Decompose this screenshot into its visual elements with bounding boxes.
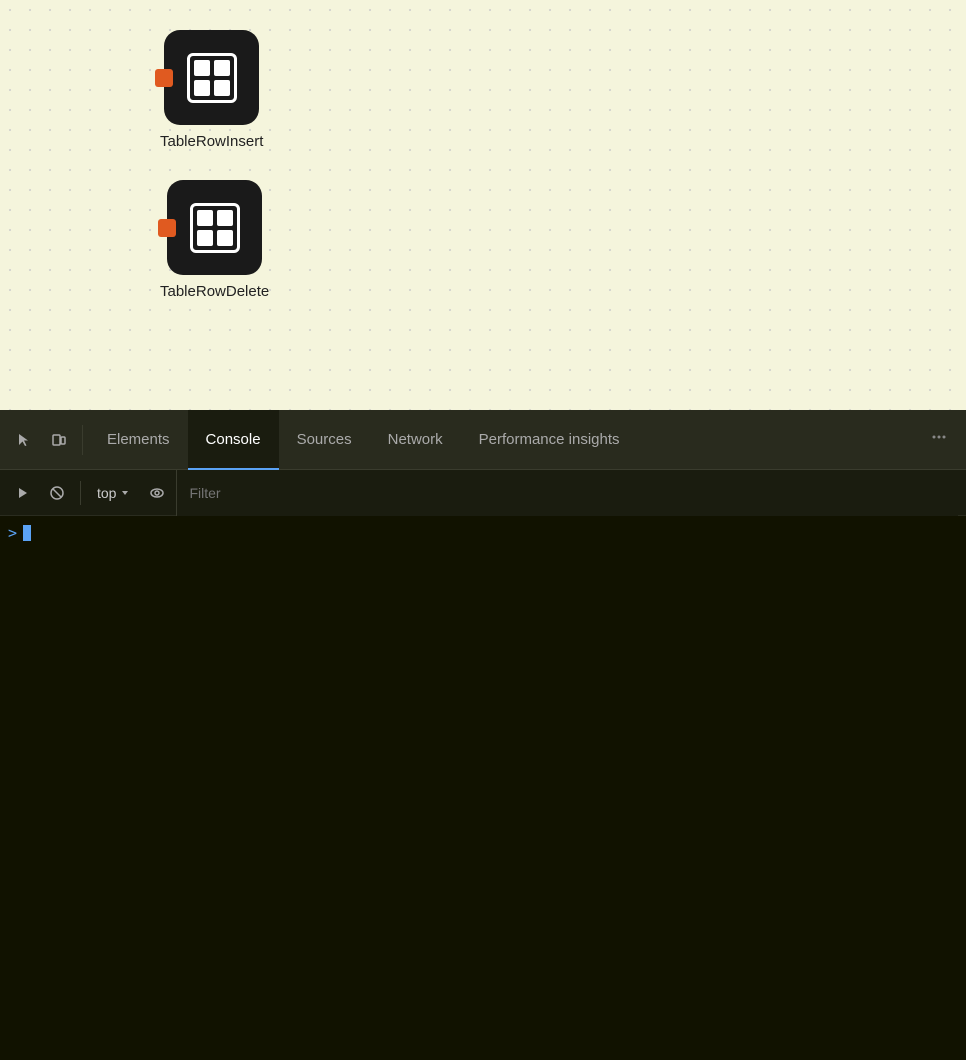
node-icon-tablerowdelete: [167, 180, 262, 275]
tab-elements[interactable]: Elements: [89, 410, 188, 470]
tab-network[interactable]: Network: [370, 410, 461, 470]
prompt-cursor: [23, 525, 31, 541]
cursor-icon-btn[interactable]: [8, 423, 42, 457]
watch-expression-button[interactable]: [142, 478, 172, 508]
node-icon-tablerowinsert: [164, 30, 259, 125]
toolbar-separator-1: [80, 481, 81, 505]
console-prompt-line[interactable]: >: [8, 524, 958, 542]
tab-console[interactable]: Console: [188, 410, 279, 470]
canvas-area: TableRowInsert TableRowDelete: [0, 0, 966, 410]
filter-input[interactable]: [176, 470, 958, 516]
node-connector-1: [155, 69, 173, 87]
device-icon-btn[interactable]: [42, 423, 76, 457]
node-tablerowinsert[interactable]: TableRowInsert: [160, 30, 263, 150]
clear-errors-button[interactable]: [42, 478, 72, 508]
context-selector[interactable]: top: [89, 481, 138, 505]
console-toolbar: top: [0, 470, 966, 516]
tab-separator-1: [82, 425, 83, 455]
node-label-tablerowinsert: TableRowInsert: [160, 133, 263, 150]
table-grid-icon: [187, 53, 237, 103]
table-grid-icon-2: [190, 203, 240, 253]
node-tablerowdelete[interactable]: TableRowDelete: [160, 180, 269, 300]
run-button[interactable]: [8, 478, 38, 508]
tab-bar: Elements Console Sources Network Perform…: [0, 410, 966, 470]
node-connector-2: [158, 219, 176, 237]
prompt-caret: >: [8, 524, 17, 542]
tab-performance[interactable]: Performance insights: [461, 410, 638, 470]
node-label-tablerowdelete: TableRowDelete: [160, 283, 269, 300]
tab-sources[interactable]: Sources: [279, 410, 370, 470]
devtools-panel: Elements Console Sources Network Perform…: [0, 410, 966, 1060]
more-tabs-icon[interactable]: [920, 428, 958, 451]
console-content[interactable]: >: [0, 516, 966, 1060]
